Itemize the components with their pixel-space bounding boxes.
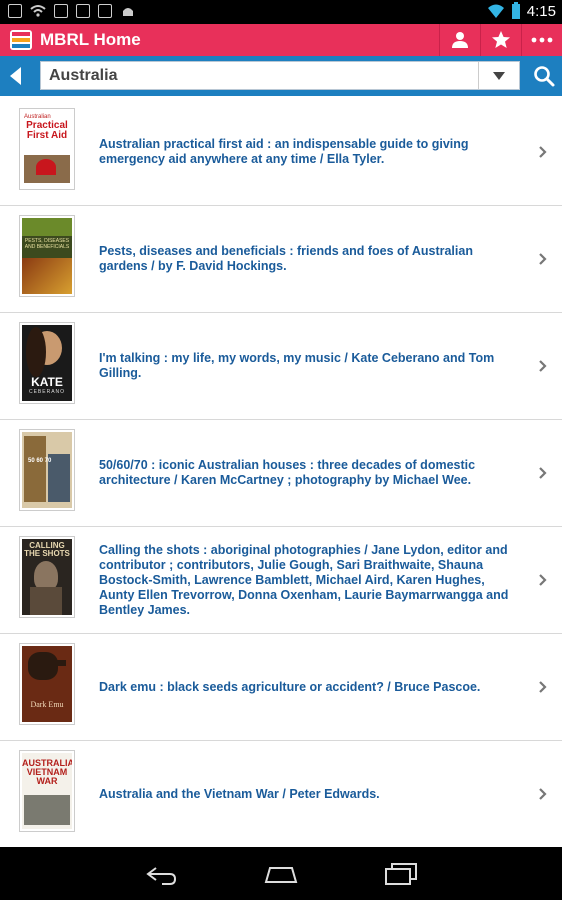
chevron-right-icon[interactable] xyxy=(538,573,548,587)
favorites-button[interactable] xyxy=(480,24,521,56)
search-bar xyxy=(0,56,562,96)
android-icon xyxy=(123,8,133,16)
result-title[interactable]: Pests, diseases and beneficials : friend… xyxy=(99,244,522,274)
result-title[interactable]: 50/60/70 : iconic Australian houses : th… xyxy=(99,458,522,488)
app-logo-icon[interactable] xyxy=(10,30,32,50)
cover-text: Australian xyxy=(24,114,51,120)
result-title[interactable]: Dark emu : black seeds agriculture or ac… xyxy=(99,680,522,695)
chevron-right-icon[interactable] xyxy=(538,466,548,480)
cover-text: Dark Emu xyxy=(30,700,64,709)
search-input[interactable] xyxy=(41,62,497,89)
cover-text: KATE xyxy=(31,375,63,389)
battery-icon xyxy=(511,2,520,19)
chevron-right-icon[interactable] xyxy=(538,787,548,801)
back-nav-icon[interactable] xyxy=(144,864,178,886)
overflow-menu-button[interactable] xyxy=(521,24,562,56)
image-icon xyxy=(8,4,22,18)
account-button[interactable] xyxy=(439,24,480,56)
star-icon xyxy=(492,31,510,48)
chevron-right-icon[interactable] xyxy=(538,145,548,159)
home-nav-icon[interactable] xyxy=(264,864,298,884)
list-item[interactable]: KATE CEBERANO I'm talking : my life, my … xyxy=(0,313,562,420)
list-item[interactable]: Australian Practical First Aid Australia… xyxy=(0,99,562,206)
clock: 4:15 xyxy=(526,2,556,20)
search-field[interactable] xyxy=(40,61,520,90)
cover-text: AUSTRALIA VIETNAM WAR xyxy=(22,758,72,786)
list-item[interactable]: 50 60 70 50/60/70 : iconic Australian ho… xyxy=(0,420,562,527)
cover-text: PESTS, DISEASES AND BENEFICIALS xyxy=(24,238,70,250)
chevron-down-icon xyxy=(493,71,505,80)
recent-apps-icon[interactable] xyxy=(384,862,418,886)
notification-icons xyxy=(8,4,136,18)
chevron-right-icon[interactable] xyxy=(538,680,548,694)
cover-text: Practical First Aid xyxy=(26,120,68,141)
results-list: Australian Practical First Aid Australia… xyxy=(0,99,562,848)
search-icon[interactable] xyxy=(532,64,556,88)
result-title[interactable]: I'm talking : my life, my words, my musi… xyxy=(99,351,522,381)
book-cover: AUSTRALIA VIETNAM WAR xyxy=(19,750,75,832)
cover-text: CALLING THE SHOTS xyxy=(24,541,70,558)
book-cover: CALLING THE SHOTS xyxy=(19,536,75,618)
book-cover: Australian Practical First Aid xyxy=(19,108,75,190)
sd-card-icon xyxy=(54,4,68,18)
book-cover: 50 60 70 xyxy=(19,429,75,511)
chevron-right-icon[interactable] xyxy=(538,252,548,266)
book-cover: KATE CEBERANO xyxy=(19,322,75,404)
task-check-icon xyxy=(98,4,112,18)
search-dropdown-button[interactable] xyxy=(478,62,519,89)
status-bar: 4:15 xyxy=(0,0,562,24)
result-title[interactable]: Calling the shots : aboriginal photograp… xyxy=(99,543,522,618)
list-item[interactable]: CALLING THE SHOTS Calling the shots : ab… xyxy=(0,527,562,634)
navigation-bar xyxy=(0,847,562,900)
result-title[interactable]: Australia and the Vietnam War / Peter Ed… xyxy=(99,787,522,802)
wifi-signal-icon xyxy=(487,4,504,18)
back-arrow-icon[interactable] xyxy=(8,66,22,86)
app-title: MBRL Home xyxy=(40,30,141,49)
list-item[interactable]: PESTS, DISEASES AND BENEFICIALS Pests, d… xyxy=(0,206,562,313)
chevron-right-icon[interactable] xyxy=(538,359,548,373)
list-item[interactable]: AUSTRALIA VIETNAM WAR Australia and the … xyxy=(0,741,562,848)
play-store-icon xyxy=(76,4,90,18)
action-bar: MBRL Home xyxy=(0,24,562,56)
list-item[interactable]: Dark Emu Dark emu : black seeds agricult… xyxy=(0,634,562,741)
more-dots-icon xyxy=(531,37,553,43)
book-cover: PESTS, DISEASES AND BENEFICIALS xyxy=(19,215,75,297)
cover-text: 50 60 70 xyxy=(28,458,52,464)
person-icon xyxy=(452,32,468,48)
book-cover: Dark Emu xyxy=(19,643,75,725)
wifi-notification-icon xyxy=(30,5,46,17)
cover-text: CEBERANO xyxy=(28,389,66,395)
result-title[interactable]: Australian practical first aid : an indi… xyxy=(99,137,522,167)
